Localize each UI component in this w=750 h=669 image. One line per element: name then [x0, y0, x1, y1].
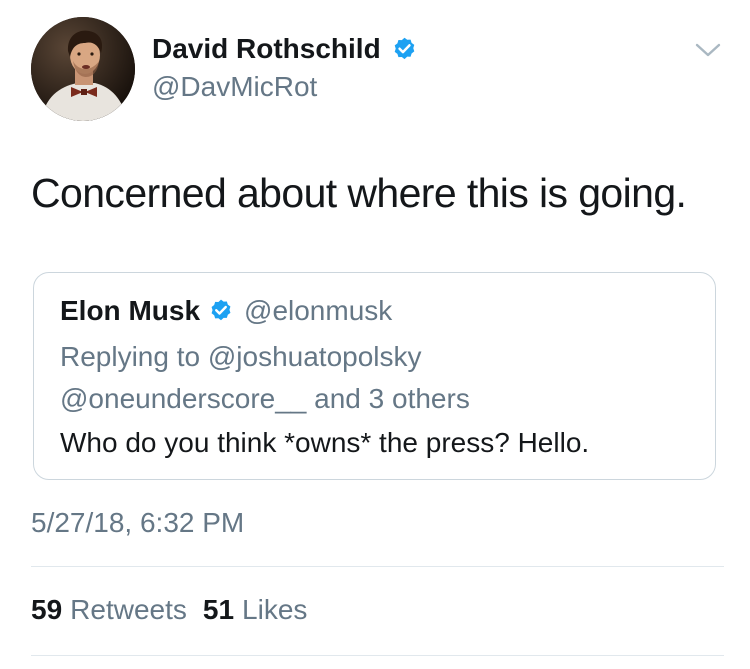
tweet-text: Concerned about where this is going.	[31, 170, 687, 216]
retweets-label: Retweets	[70, 594, 187, 625]
author-handle[interactable]: @DavMicRot	[152, 70, 317, 104]
chevron-down-icon[interactable]	[694, 40, 722, 60]
profile-photo-icon	[31, 17, 135, 121]
author-name[interactable]: David Rothschild	[152, 32, 381, 66]
author-avatar[interactable]	[31, 17, 135, 121]
tweet-card: David Rothschild @DavMicRot Concerned ab…	[0, 0, 750, 669]
quoted-tweet[interactable]: Elon Musk @elonmusk Replying to @joshuat…	[33, 272, 716, 480]
likes-stat[interactable]: 51 Likes	[203, 592, 308, 628]
quoted-tweet-header: Elon Musk @elonmusk	[60, 293, 392, 329]
quoted-tweet-text: Who do you think *owns* the press? Hello…	[60, 427, 590, 458]
quoted-author-name: Elon Musk	[60, 295, 201, 326]
divider	[31, 655, 724, 656]
verified-badge-icon	[208, 298, 234, 324]
tweet-timestamp[interactable]: 5/27/18, 6:32 PM	[31, 505, 244, 541]
retweets-count: 59	[31, 594, 63, 625]
reply-context-line-2: @oneunderscore__ and 3 others	[60, 383, 470, 414]
author-name-row[interactable]: David Rothschild	[152, 32, 418, 66]
reply-context-line-1: Replying to @joshuatopolsky	[60, 341, 422, 372]
reply-context: Replying to @joshuatopolsky @oneundersco…	[60, 336, 470, 420]
verified-badge-icon	[391, 36, 418, 63]
likes-label: Likes	[242, 594, 308, 625]
tweet-stats: 59 Retweets 51 Likes	[31, 592, 323, 628]
divider	[31, 566, 724, 567]
quoted-author-handle: @elonmusk	[244, 295, 393, 326]
likes-count: 51	[202, 594, 235, 625]
retweets-stat[interactable]: 59 Retweets	[31, 592, 187, 628]
